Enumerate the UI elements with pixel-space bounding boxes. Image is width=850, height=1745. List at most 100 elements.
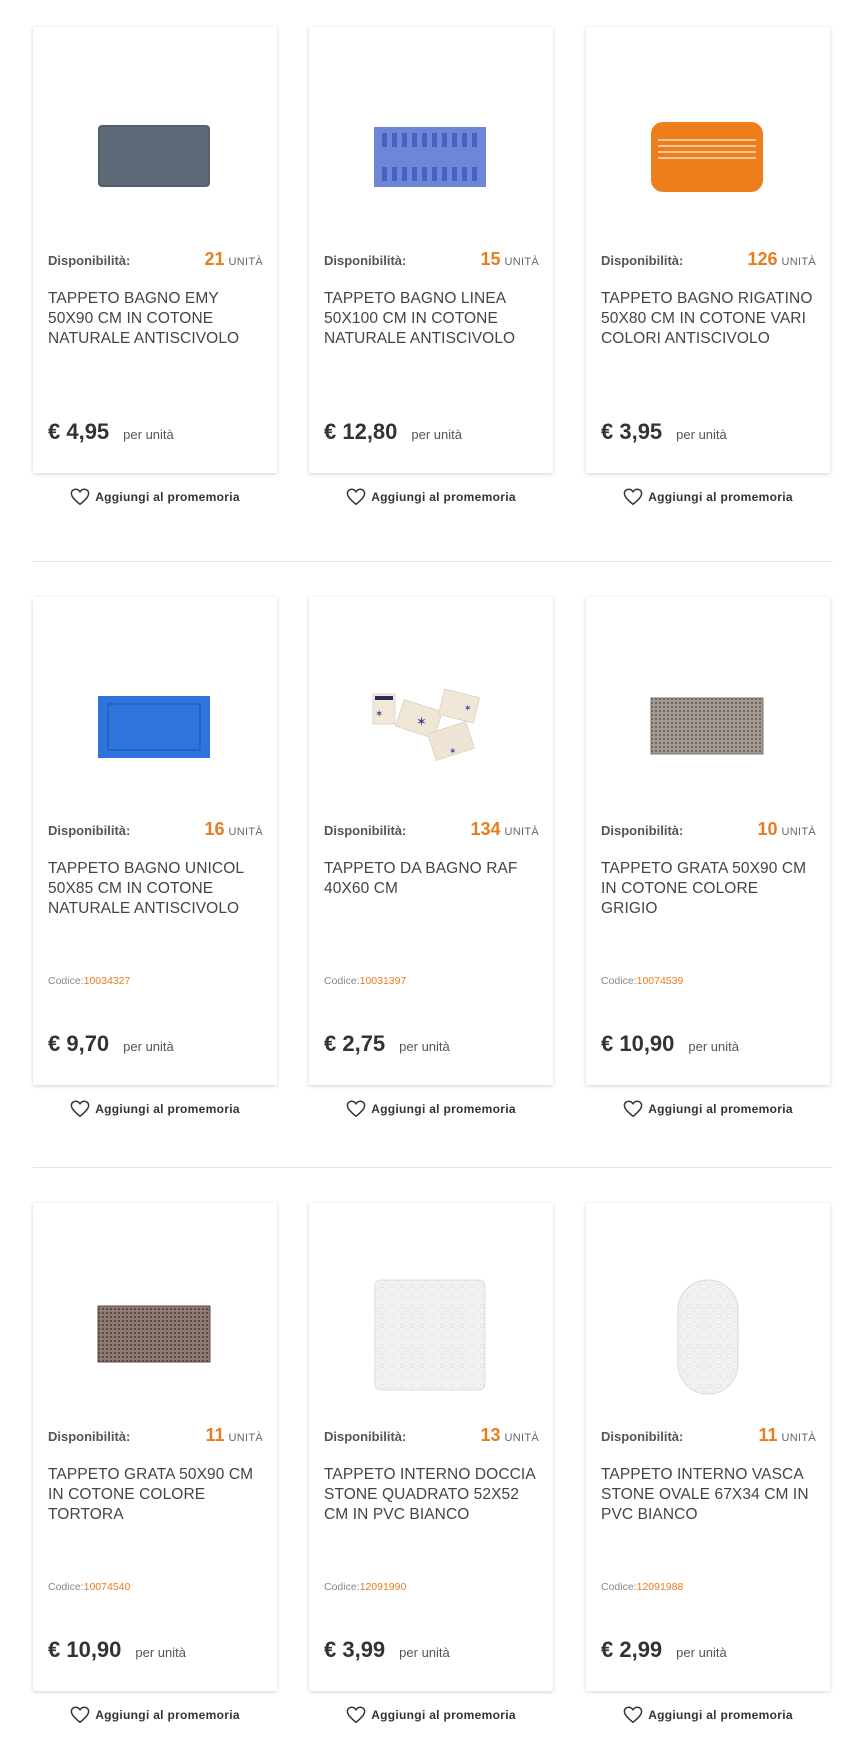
product-card[interactable]: ✶ ✶ ✶ ✶ Disponibilità: 134 UNITÀ TAPPETO… <box>309 597 553 1085</box>
availability-row: Disponibilità: 15 UNITÀ <box>324 249 539 273</box>
product-price: € 10,90 <box>601 1031 675 1056</box>
reminder-label: Aggiungi al promemoria <box>95 1708 240 1722</box>
product-price: € 4,95 <box>48 419 110 444</box>
availability-label: Disponibilità: <box>601 253 684 268</box>
per-unit-label: per unità <box>676 427 727 442</box>
product-image[interactable] <box>586 597 830 817</box>
product-card[interactable]: Disponibilità: 11 UNITÀ TAPPETO GRATA 50… <box>33 1203 277 1691</box>
availability-unit: UNITÀ <box>504 826 539 838</box>
add-to-reminder-button[interactable]: Aggiungi al promemoria <box>309 1703 553 1727</box>
price-row: € 2,99 per unità <box>601 1637 727 1663</box>
product-title[interactable]: TAPPETO GRATA 50X90 CM IN COTONE COLORE … <box>48 1465 265 1525</box>
availability-row: Disponibilità: 16 UNITÀ <box>48 819 263 843</box>
availability-quantity: 11 <box>758 1425 778 1445</box>
availability-unit: UNITÀ <box>228 1432 263 1444</box>
availability-unit: UNITÀ <box>228 826 263 838</box>
availability-row: Disponibilità: 126 UNITÀ <box>601 249 816 273</box>
product-code: Codice:12091990 <box>324 1581 406 1593</box>
product-title[interactable]: TAPPETO GRATA 50X90 CM IN COTONE COLORE … <box>601 859 818 919</box>
product-title[interactable]: TAPPETO BAGNO RIGATINO 50X80 CM IN COTON… <box>601 289 818 349</box>
product-card[interactable]: Disponibilità: 13 UNITÀ TAPPETO INTERNO … <box>309 1203 553 1691</box>
reminder-label: Aggiungi al promemoria <box>648 1102 793 1116</box>
per-unit-label: per unità <box>399 1645 450 1660</box>
product-title[interactable]: TAPPETO BAGNO UNICOL 50X85 CM IN COTONE … <box>48 859 265 919</box>
product-code: Codice:10034327 <box>48 975 130 987</box>
availability-row: Disponibilità: 10 UNITÀ <box>601 819 816 843</box>
heart-outline-icon <box>623 1100 643 1118</box>
add-to-reminder-button[interactable]: Aggiungi al promemoria <box>33 1703 277 1727</box>
availability-unit: UNITÀ <box>781 256 816 268</box>
product-card[interactable]: Disponibilità: 15 UNITÀ TAPPETO BAGNO LI… <box>309 27 553 473</box>
price-row: € 2,75 per unità <box>324 1031 450 1057</box>
heart-outline-icon <box>70 1706 90 1724</box>
availability-row: Disponibilità: 11 UNITÀ <box>601 1425 816 1449</box>
add-to-reminder-button[interactable]: Aggiungi al promemoria <box>586 1703 830 1727</box>
product-title[interactable]: TAPPETO DA BAGNO RAF 40X60 CM <box>324 859 541 899</box>
per-unit-label: per unità <box>399 1039 450 1054</box>
availability-label: Disponibilità: <box>48 253 131 268</box>
heart-outline-icon <box>70 488 90 506</box>
product-card[interactable]: Disponibilità: 21 UNITÀ TAPPETO BAGNO EM… <box>33 27 277 473</box>
product-image[interactable]: ✶ ✶ ✶ ✶ <box>309 597 553 817</box>
code-label: Codice: <box>324 975 360 987</box>
product-price: € 10,90 <box>48 1637 122 1662</box>
code-label: Codice: <box>601 1581 637 1593</box>
product-card[interactable]: Disponibilità: 10 UNITÀ TAPPETO GRATA 50… <box>586 597 830 1085</box>
product-title[interactable]: TAPPETO INTERNO DOCCIA STONE QUADRATO 52… <box>324 1465 541 1525</box>
availability-quantity: 15 <box>480 249 501 269</box>
product-card[interactable]: Disponibilità: 11 UNITÀ TAPPETO INTERNO … <box>586 1203 830 1691</box>
reminder-label: Aggiungi al promemoria <box>648 1708 793 1722</box>
add-to-reminder-button[interactable]: Aggiungi al promemoria <box>586 485 830 509</box>
availability-label: Disponibilità: <box>324 823 407 838</box>
price-row: € 10,90 per unità <box>48 1637 186 1663</box>
row-divider <box>33 1167 833 1168</box>
svg-text:✶: ✶ <box>449 747 457 757</box>
availability-quantity: 10 <box>757 819 778 839</box>
product-code: Codice:10074539 <box>601 975 683 987</box>
product-image[interactable] <box>309 27 553 247</box>
code-label: Codice: <box>48 1581 84 1593</box>
product-price: € 2,99 <box>601 1637 663 1662</box>
availability-unit: UNITÀ <box>504 1432 539 1444</box>
product-title[interactable]: TAPPETO INTERNO VASCA STONE OVALE 67X34 … <box>601 1465 818 1525</box>
price-row: € 10,90 per unità <box>601 1031 739 1057</box>
reminder-label: Aggiungi al promemoria <box>95 1102 240 1116</box>
availability-label: Disponibilità: <box>48 823 131 838</box>
availability-row: Disponibilità: 21 UNITÀ <box>48 249 263 273</box>
product-image[interactable] <box>33 27 277 247</box>
availability-label: Disponibilità: <box>601 823 684 838</box>
product-title[interactable]: TAPPETO BAGNO LINEA 50X100 CM IN COTONE … <box>324 289 541 349</box>
product-image[interactable] <box>586 27 830 247</box>
add-to-reminder-button[interactable]: Aggiungi al promemoria <box>309 485 553 509</box>
product-card[interactable]: Disponibilità: 126 UNITÀ TAPPETO BAGNO R… <box>586 27 830 473</box>
product-image[interactable] <box>33 1203 277 1423</box>
per-unit-label: per unità <box>135 1645 186 1660</box>
availability-quantity: 21 <box>204 249 225 269</box>
per-unit-label: per unità <box>123 1039 174 1054</box>
per-unit-label: per unità <box>688 1039 739 1054</box>
product-card[interactable]: Disponibilità: 16 UNITÀ TAPPETO BAGNO UN… <box>33 597 277 1085</box>
product-image[interactable] <box>309 1203 553 1423</box>
row-divider <box>33 561 833 562</box>
add-to-reminder-button[interactable]: Aggiungi al promemoria <box>309 1097 553 1121</box>
product-code: Codice:10031397 <box>324 975 406 987</box>
availability-quantity: 11 <box>205 1425 225 1445</box>
add-to-reminder-button[interactable]: Aggiungi al promemoria <box>33 485 277 509</box>
product-title[interactable]: TAPPETO BAGNO EMY 50X90 CM IN COTONE NAT… <box>48 289 265 349</box>
product-price: € 12,80 <box>324 419 398 444</box>
add-to-reminder-button[interactable]: Aggiungi al promemoria <box>586 1097 830 1121</box>
code-value: 12091990 <box>359 1581 407 1593</box>
product-image[interactable] <box>33 597 277 817</box>
price-row: € 9,70 per unità <box>48 1031 174 1057</box>
availability-row: Disponibilità: 134 UNITÀ <box>324 819 539 843</box>
product-image[interactable] <box>586 1203 830 1423</box>
heart-outline-icon <box>346 1706 366 1724</box>
code-label: Codice: <box>324 1581 360 1593</box>
availability-row: Disponibilità: 11 UNITÀ <box>48 1425 263 1449</box>
heart-outline-icon <box>346 488 366 506</box>
price-row: € 3,99 per unità <box>324 1637 450 1663</box>
svg-text:✶: ✶ <box>375 709 383 720</box>
per-unit-label: per unità <box>411 427 462 442</box>
code-value: 10034327 <box>83 975 131 987</box>
add-to-reminder-button[interactable]: Aggiungi al promemoria <box>33 1097 277 1121</box>
